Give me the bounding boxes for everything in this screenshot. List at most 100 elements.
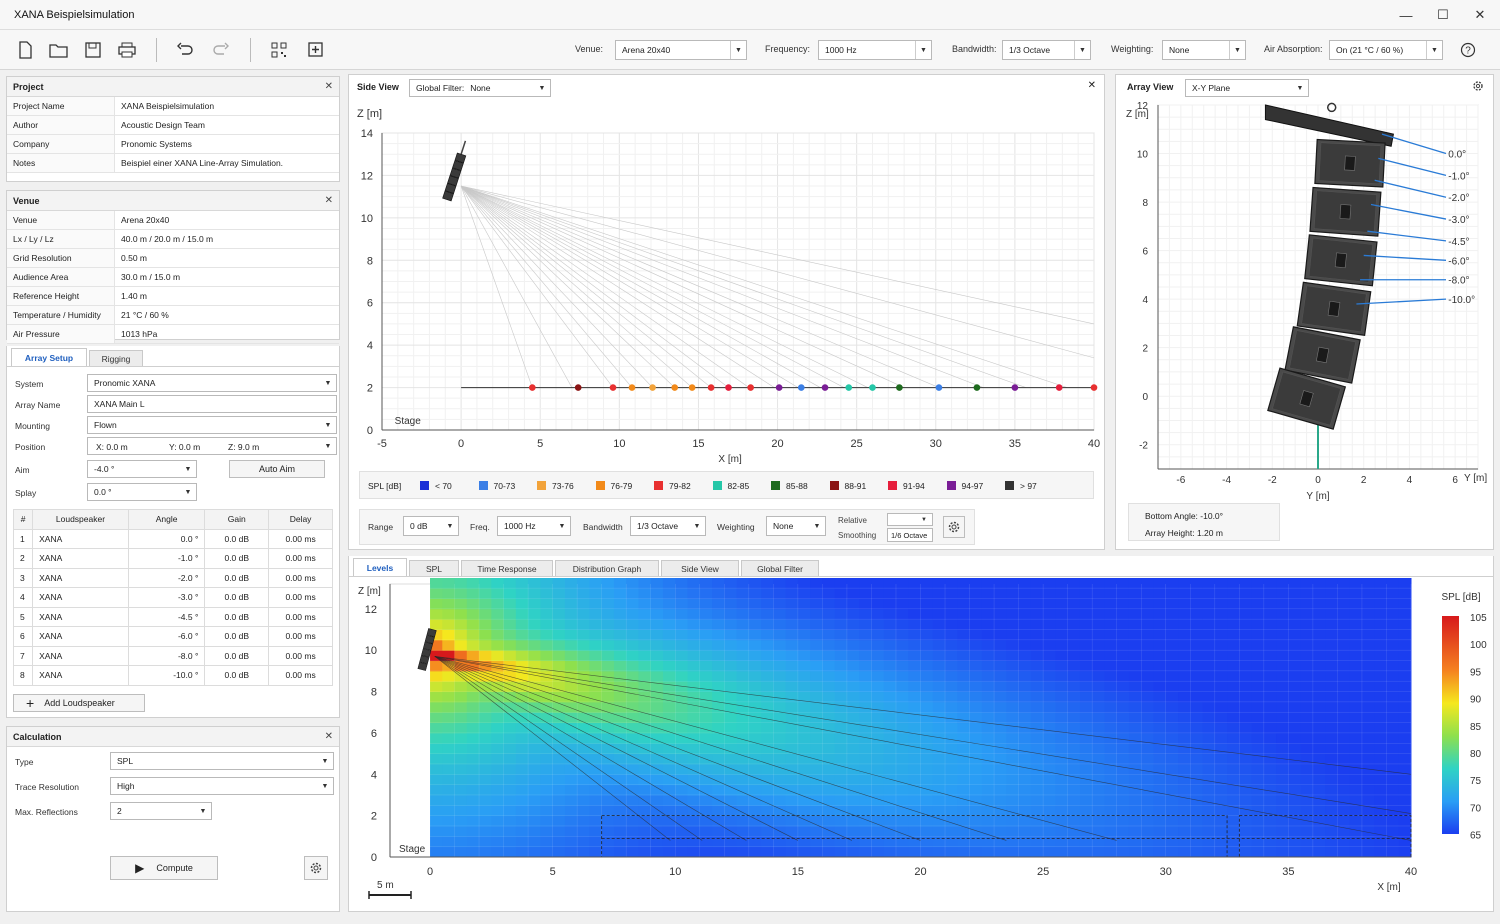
weighting-select[interactable]: None ▼	[1162, 40, 1246, 60]
table-cell[interactable]: 0.0 dB	[204, 528, 270, 549]
venue-property-value[interactable]: 1013 hPa	[115, 325, 339, 343]
table-row[interactable]: 5 XANA -4.5 ° 0.0 dB 0.00 ms	[12, 606, 333, 627]
table-cell[interactable]: 0.0 °	[127, 528, 206, 549]
smoothing-select[interactable]: 1/6 Octave	[887, 528, 933, 542]
column-header[interactable]: Delay	[268, 509, 333, 530]
position-y[interactable]: Y: 0.0 m	[169, 442, 200, 452]
table-cell[interactable]: 0.00 ms	[268, 665, 333, 686]
venue-property-value[interactable]: 1.40 m	[115, 287, 339, 305]
table-cell[interactable]: XANA	[32, 606, 129, 627]
table-cell[interactable]: -2.0 °	[127, 567, 206, 588]
table-cell[interactable]: 8	[12, 665, 34, 686]
venue-select[interactable]: Arena 20x40 ▼	[615, 40, 747, 60]
table-row[interactable]: 1 XANA 0.0 ° 0.0 dB 0.00 ms	[12, 528, 333, 549]
table-cell[interactable]: 0.0 dB	[204, 548, 270, 569]
table-cell[interactable]: 7	[12, 645, 34, 666]
settings-icon[interactable]	[943, 516, 965, 538]
table-cell[interactable]: 0.0 dB	[204, 645, 270, 666]
new-file-icon[interactable]	[12, 38, 38, 62]
table-cell[interactable]: 0.0 dB	[204, 606, 270, 627]
table-cell[interactable]: XANA	[32, 528, 129, 549]
compute-button[interactable]: ▶ Compute	[110, 856, 218, 880]
table-cell[interactable]: -3.0 °	[127, 587, 206, 608]
help-icon[interactable]: ?	[1455, 38, 1481, 62]
system-select[interactable]: Pronomic XANA ▼	[87, 374, 337, 392]
table-cell[interactable]: -4.5 °	[127, 606, 206, 627]
table-row[interactable]: 6 XANA -6.0 ° 0.0 dB 0.00 ms	[12, 626, 333, 647]
table-cell[interactable]: 5	[12, 606, 34, 627]
position-x[interactable]: X: 0.0 m	[96, 442, 128, 452]
table-cell[interactable]: 0.00 ms	[268, 626, 333, 647]
venue-property-value[interactable]: 30.0 m / 15.0 m	[115, 268, 339, 286]
project-property-value[interactable]: XANA Beispielsimulation	[115, 97, 339, 115]
table-cell[interactable]: 0.0 dB	[204, 587, 270, 608]
add-object-icon[interactable]	[302, 38, 328, 62]
print-icon[interactable]	[114, 38, 140, 62]
weight-select[interactable]: None ▼	[766, 516, 826, 536]
position-field[interactable]: X: 0.0 m Y: 0.0 m Z: 9.0 m ▼	[87, 437, 337, 455]
project-property-value[interactable]: Acoustic Design Team	[115, 116, 339, 134]
table-cell[interactable]: XANA	[32, 665, 129, 686]
table-cell[interactable]: 0.00 ms	[268, 645, 333, 666]
table-cell[interactable]: 1	[12, 528, 34, 549]
table-cell[interactable]: -1.0 °	[127, 548, 206, 569]
table-cell[interactable]: 4	[12, 587, 34, 608]
close-icon[interactable]: ✕	[325, 195, 333, 206]
tab-side-view[interactable]: Side View	[661, 560, 739, 576]
freq-select[interactable]: 1000 Hz ▼	[497, 516, 571, 536]
close-icon[interactable]: ✕	[1088, 80, 1096, 91]
column-header[interactable]: Gain	[204, 509, 270, 530]
table-cell[interactable]: -6.0 °	[127, 626, 206, 647]
table-row[interactable]: 2 XANA -1.0 ° 0.0 dB 0.00 ms	[12, 548, 333, 569]
trace-resolution-select[interactable]: High ▼	[110, 777, 334, 795]
tab-spl[interactable]: SPL	[409, 560, 459, 576]
add-loudspeaker-button[interactable]: + Add Loudspeaker	[13, 694, 145, 712]
table-cell[interactable]: -10.0 °	[127, 665, 206, 686]
table-cell[interactable]: XANA	[32, 567, 129, 588]
table-cell[interactable]: 6	[12, 626, 34, 647]
table-row[interactable]: 4 XANA -3.0 ° 0.0 dB 0.00 ms	[12, 587, 333, 608]
tab-array-setup[interactable]: Array Setup	[11, 348, 87, 366]
levels-plot[interactable]: Z [m]1210864200 5 10 15 20 25 30 35 40X [m]Stage…	[349, 578, 1493, 910]
splay-select[interactable]: 0.0 ° ▼	[87, 483, 197, 501]
aim-select[interactable]: -4.0 ° ▼	[87, 460, 197, 478]
tab-global-filter[interactable]: Global Filter	[741, 560, 819, 576]
table-cell[interactable]: 0.0 dB	[204, 626, 270, 647]
table-cell[interactable]: 0.00 ms	[268, 548, 333, 569]
save-icon[interactable]	[80, 38, 106, 62]
venue-property-value[interactable]: 40.0 m / 20.0 m / 15.0 m	[115, 230, 339, 248]
table-cell[interactable]: 2	[12, 548, 34, 569]
table-cell[interactable]: 3	[12, 567, 34, 588]
air-absorption-select[interactable]: On (21 °C / 60 %) ▼	[1329, 40, 1443, 60]
table-cell[interactable]: 0.00 ms	[268, 587, 333, 608]
table-cell[interactable]: 0.00 ms	[268, 528, 333, 549]
qr-code-icon[interactable]	[266, 38, 292, 62]
table-cell[interactable]: XANA	[32, 626, 129, 647]
column-header[interactable]: Loudspeaker	[32, 509, 129, 530]
tab-rigging[interactable]: Rigging	[89, 350, 143, 366]
project-property-value[interactable]: Beispiel einer XANA Line-Array Simulatio…	[115, 154, 339, 172]
maximize-icon[interactable]: ☐	[1425, 4, 1461, 26]
range-select[interactable]: 0 dB ▼	[403, 516, 459, 536]
table-cell[interactable]: 0.0 dB	[204, 567, 270, 588]
position-z[interactable]: Z: 9.0 m	[228, 442, 259, 452]
table-row[interactable]: 3 XANA -2.0 ° 0.0 dB 0.00 ms	[12, 567, 333, 588]
calc-type-select[interactable]: SPL ▼	[110, 752, 334, 770]
table-cell[interactable]: -8.0 °	[127, 645, 206, 666]
table-cell[interactable]: 0.00 ms	[268, 567, 333, 588]
close-icon[interactable]: ✕	[1462, 4, 1498, 26]
auto-aim-button[interactable]: Auto Aim	[229, 460, 325, 478]
close-icon[interactable]: ✕	[325, 81, 333, 92]
venue-property-value[interactable]: 0.50 m	[115, 249, 339, 267]
venue-property-value[interactable]: 21 °C / 60 %	[115, 306, 339, 324]
frequency-select[interactable]: 1000 Hz ▼	[818, 40, 932, 60]
venue-property-value[interactable]: Arena 20x40	[115, 211, 339, 229]
project-property-value[interactable]: Pronomic Systems	[115, 135, 339, 153]
table-cell[interactable]: XANA	[32, 645, 129, 666]
tab-time-response[interactable]: Time Response	[461, 560, 553, 576]
column-header[interactable]: #	[12, 509, 34, 530]
table-row[interactable]: 8 XANA -10.0 ° 0.0 dB 0.00 ms	[12, 665, 333, 686]
table-cell[interactable]: 0.00 ms	[268, 606, 333, 627]
array-view-plot[interactable]: Z [m]121086420-2-6 -4 -2 0 2 4 6Y [m]Y [m]0.0°…	[1116, 99, 1493, 501]
table-cell[interactable]: XANA	[32, 548, 129, 569]
